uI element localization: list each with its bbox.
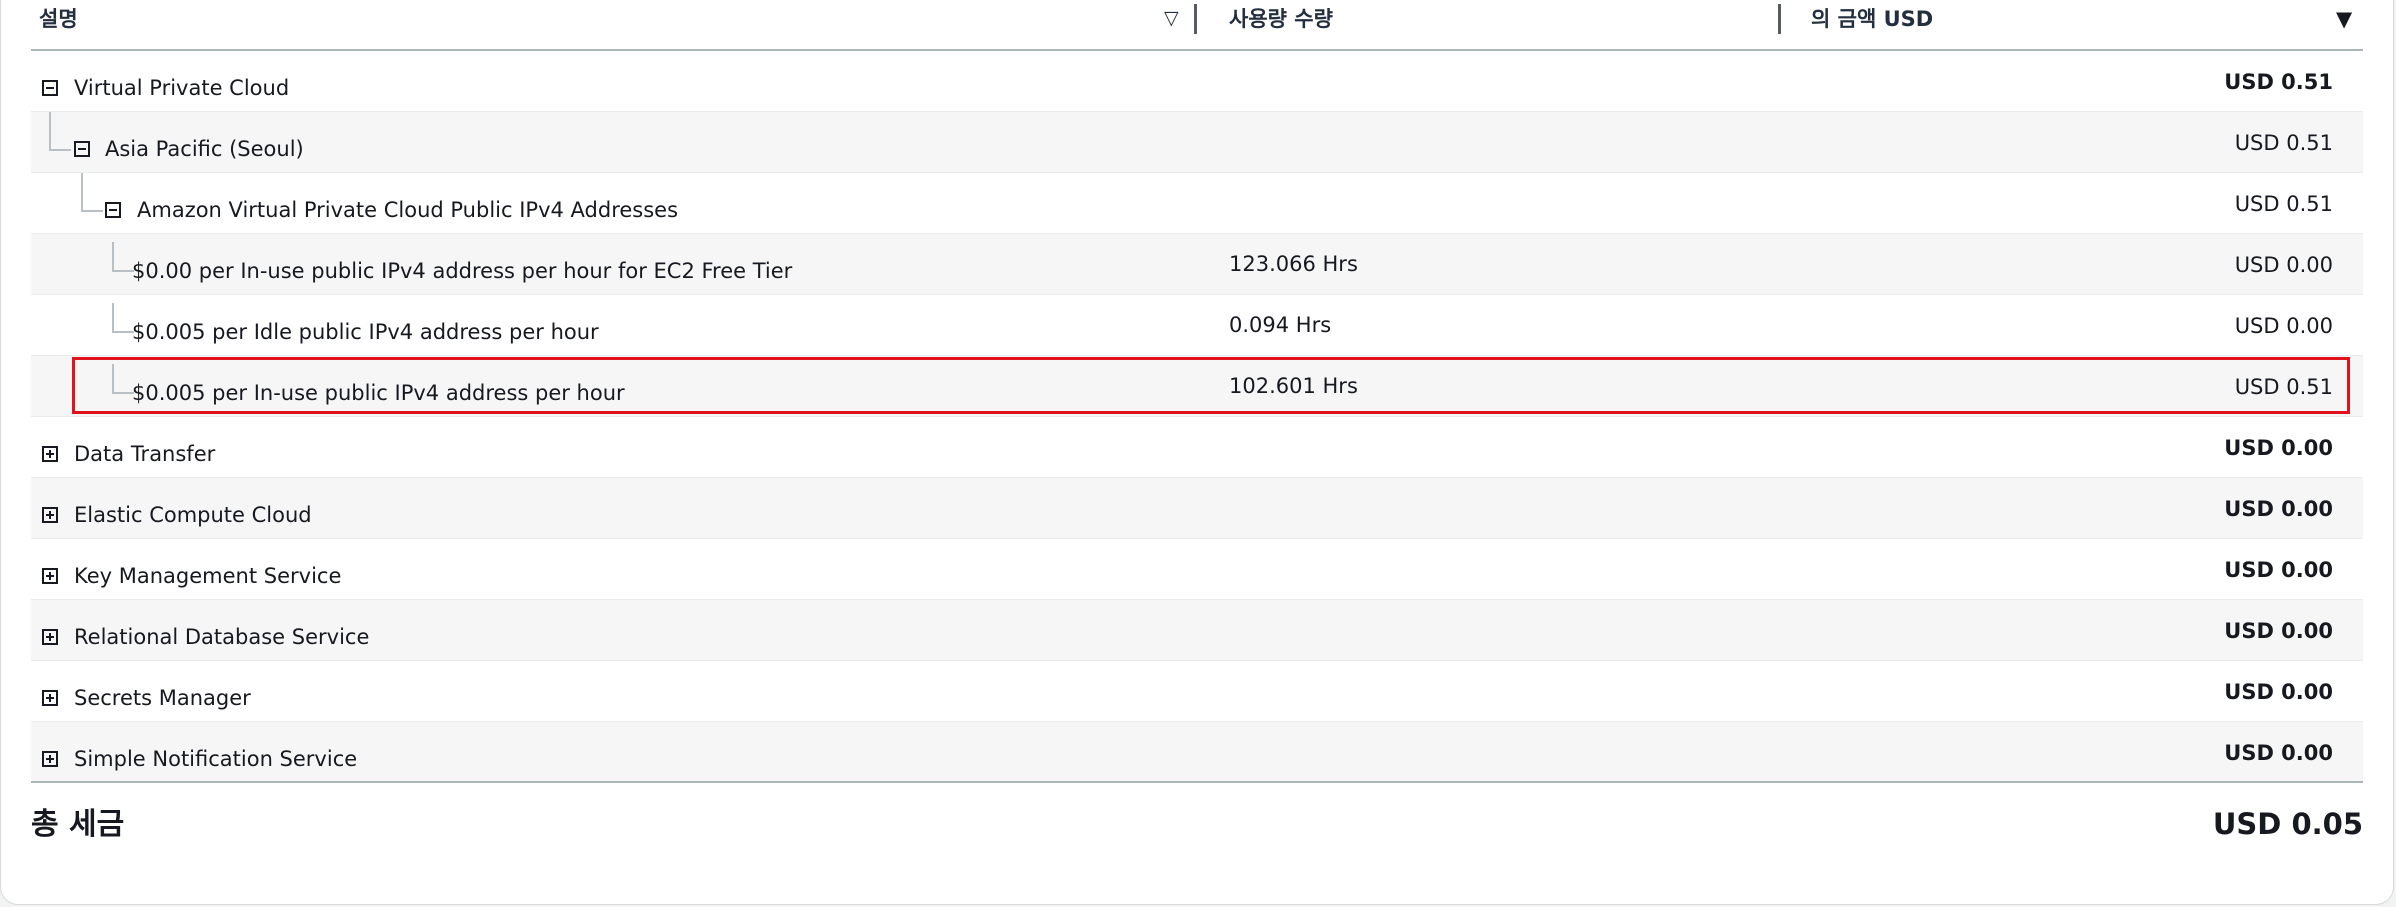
collapse-icon[interactable] [74, 141, 90, 157]
expand-icon[interactable] [42, 568, 58, 584]
caret-down-icon[interactable]: ▼ [2336, 7, 2352, 31]
table-row-vpc-public-ipv4: Amazon Virtual Private Cloud Public IPv4… [31, 173, 2363, 234]
row-label: Key Management Service [74, 564, 342, 588]
total-tax-label: 총 세금 [31, 807, 125, 842]
tree-connector [81, 173, 103, 212]
column-header-amount[interactable]: 의 금액 USD [1811, 3, 1933, 33]
table-row-relational-database-service: Relational Database Service USD 0.00 [31, 600, 2363, 661]
row-label: Secrets Manager [74, 686, 251, 710]
total-tax-value: USD 0.05 [2212, 807, 2363, 841]
table-row-idle-ipv4: $0.005 per Idle public IPv4 address per … [31, 295, 2363, 356]
table-row-asia-pacific-seoul: Asia Pacific (Seoul) USD 0.51 [31, 112, 2363, 173]
row-label: $0.00 per In-use public IPv4 address per… [132, 259, 793, 283]
table-row-data-transfer: Data Transfer USD 0.00 [31, 417, 2363, 478]
row-amount: USD 0.51 [2234, 131, 2333, 155]
column-resizer[interactable] [1194, 4, 1197, 34]
column-resizer[interactable] [1778, 4, 1781, 34]
row-amount: USD 0.51 [2234, 192, 2333, 216]
row-amount: USD 0.00 [2224, 558, 2333, 582]
collapse-icon[interactable] [105, 202, 121, 218]
column-header-usage[interactable]: 사용량 수량 [1229, 3, 1333, 33]
expand-icon[interactable] [42, 751, 58, 767]
row-label: Asia Pacific (Seoul) [105, 137, 304, 161]
row-amount: USD 0.00 [2234, 253, 2333, 277]
row-label: $0.005 per Idle public IPv4 address per … [132, 320, 599, 344]
row-amount: USD 0.00 [2224, 497, 2333, 521]
table-row-free-tier-ipv4: $0.00 per In-use public IPv4 address per… [31, 234, 2363, 295]
row-usage: 123.066 Hrs [1229, 252, 1358, 276]
row-amount: USD 0.00 [2224, 741, 2333, 765]
expand-icon[interactable] [42, 507, 58, 523]
table-row-simple-notification-service: Simple Notification Service USD 0.00 [31, 722, 2363, 783]
row-amount: USD 0.51 [2224, 70, 2333, 94]
highlight-box [72, 357, 2350, 414]
table-row-key-management-service: Key Management Service USD 0.00 [31, 539, 2363, 600]
tree-connector [49, 112, 71, 151]
row-amount: USD 0.00 [2224, 619, 2333, 643]
table-row-elastic-compute-cloud: Elastic Compute Cloud USD 0.00 [31, 478, 2363, 539]
table-row-secrets-manager: Secrets Manager USD 0.00 [31, 661, 2363, 722]
row-label: Simple Notification Service [74, 747, 358, 771]
row-label: Virtual Private Cloud [74, 76, 290, 100]
expand-icon[interactable] [42, 446, 58, 462]
row-amount: USD 0.00 [2224, 436, 2333, 460]
collapse-icon[interactable] [42, 80, 58, 96]
tree-connector [112, 242, 134, 272]
row-label: Data Transfer [74, 442, 216, 466]
row-amount: USD 0.00 [2234, 314, 2333, 338]
column-header-description[interactable]: 설명 [39, 3, 78, 33]
row-usage: 0.094 Hrs [1229, 313, 1332, 337]
sort-descending-icon[interactable]: ▽ [1164, 7, 1179, 29]
row-label: Amazon Virtual Private Cloud Public IPv4… [137, 198, 679, 222]
expand-icon[interactable] [42, 690, 58, 706]
tree-connector [112, 303, 134, 333]
row-amount: USD 0.00 [2224, 680, 2333, 704]
row-label: Relational Database Service [74, 625, 370, 649]
table-row-virtual-private-cloud: Virtual Private Cloud USD 0.51 [31, 51, 2363, 112]
table-header: 설명 ▽ 사용량 수량 의 금액 USD ▼ [31, 0, 2363, 51]
expand-icon[interactable] [42, 629, 58, 645]
cost-breakdown-panel: 설명 ▽ 사용량 수량 의 금액 USD ▼ Virtual Private C… [0, 0, 2394, 905]
row-label: Elastic Compute Cloud [74, 503, 312, 527]
